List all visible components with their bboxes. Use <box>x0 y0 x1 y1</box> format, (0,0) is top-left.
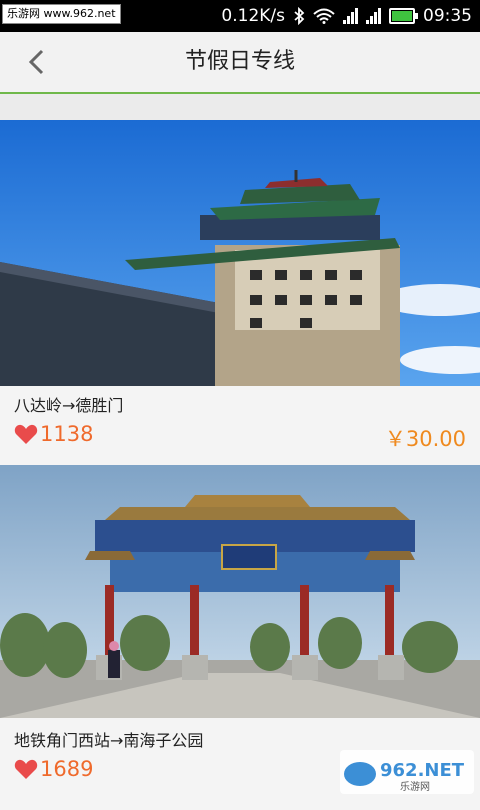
like-count[interactable]: 1138 <box>14 422 93 446</box>
battery-icon <box>389 8 418 24</box>
heart-icon[interactable] <box>14 758 38 780</box>
divider <box>0 94 480 120</box>
clock: 09:35 <box>423 6 472 26</box>
like-number: 1689 <box>40 757 94 781</box>
network-speed: 0.12K/s <box>221 6 285 26</box>
like-number: 1138 <box>40 422 94 446</box>
bluetooth-icon <box>294 7 305 25</box>
park-archway-photo <box>0 465 480 718</box>
app-header: 节假日专线 <box>0 32 480 94</box>
route-title: 八达岭→德胜门 <box>14 396 124 415</box>
svg-text:乐游网: 乐游网 <box>400 780 430 793</box>
price-label: ￥30.00 <box>384 427 466 451</box>
signal-icon <box>366 8 381 24</box>
site-logo: 962.NET 乐游网 <box>340 750 474 794</box>
city-gate-tower-photo <box>0 120 480 386</box>
route-list: 八达岭→德胜门 1138 ￥30.00 地铁角门西站→南海子公园 1689 <box>0 120 480 810</box>
page-title: 节假日专线 <box>184 49 295 74</box>
status-bar: 乐游网 www.962.net 0.12K/s 09:35 <box>0 0 480 32</box>
watermark-label: 乐游网 www.962.net <box>2 4 121 24</box>
route-title: 地铁角门西站→南海子公园 <box>14 731 204 750</box>
like-count[interactable]: 1689 <box>14 757 93 781</box>
wifi-icon <box>313 8 335 24</box>
signal-icon <box>343 8 358 24</box>
status-icons: 0.12K/s 09:35 <box>221 0 472 32</box>
svg-text:962.NET: 962.NET <box>380 760 465 781</box>
heart-icon[interactable] <box>14 423 38 445</box>
route-card[interactable]: 八达岭→德胜门 1138 ￥30.00 <box>0 120 480 465</box>
